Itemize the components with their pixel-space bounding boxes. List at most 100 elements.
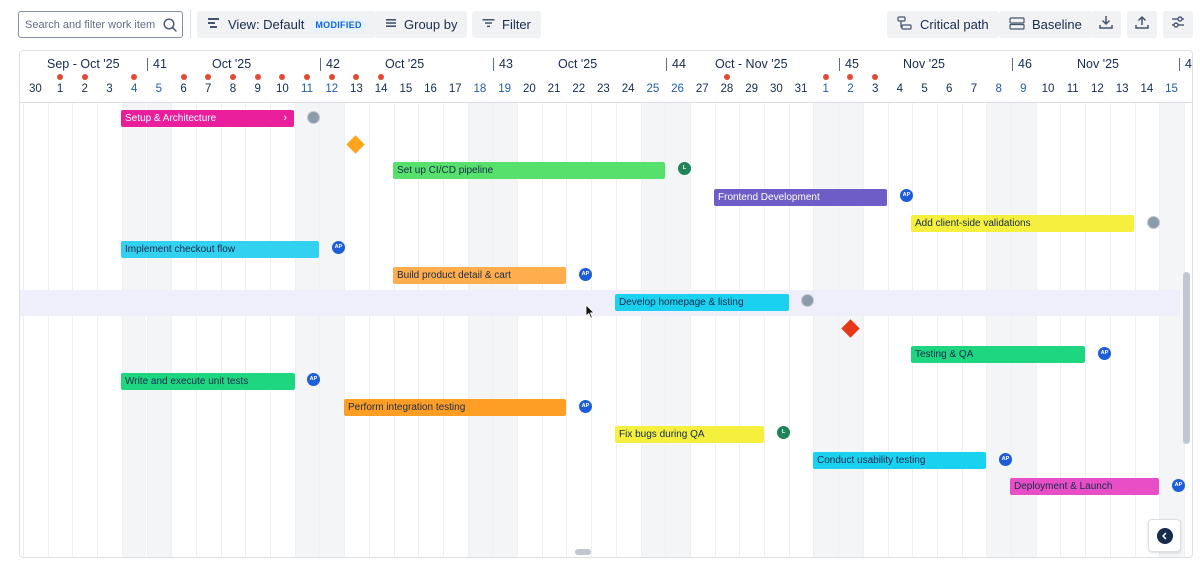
day-column: [220, 103, 246, 557]
week-label: 42: [320, 57, 340, 71]
task-bar[interactable]: Deployment & Launch: [1010, 478, 1159, 495]
filter-button[interactable]: Filter: [472, 11, 541, 38]
download-button[interactable]: [1091, 11, 1121, 38]
marker-dot: [57, 74, 64, 80]
task-bar[interactable]: Frontend Development: [714, 189, 887, 206]
task-bar[interactable]: Add client-side validations: [911, 215, 1134, 232]
task-bar[interactable]: Develop homepage & listing: [615, 294, 789, 311]
upload-icon: [1134, 14, 1150, 35]
month-label: Oct '25: [212, 57, 252, 71]
task-bar-label: Setup & Architecture: [125, 113, 217, 124]
day-label: 7: [205, 83, 212, 95]
day-label: 29: [745, 83, 759, 95]
collapse-panel-button[interactable]: [1148, 519, 1181, 552]
avatar[interactable]: [801, 294, 814, 307]
marker-dot: [81, 74, 88, 80]
search-field[interactable]: [18, 11, 183, 38]
task-bar-label: Write and execute unit tests: [125, 376, 249, 387]
marker-dot: [304, 74, 311, 80]
day-label: 2: [81, 83, 88, 95]
avatar[interactable]: AP: [579, 400, 592, 413]
export-button[interactable]: [1127, 11, 1157, 38]
task-bar[interactable]: Setup & Architecture ›: [121, 110, 294, 127]
timeline-header: Sep - Oct '25 Oct '25 Oct '25 Oct '25 Oc…: [20, 51, 1192, 103]
hovered-row: [20, 290, 1180, 316]
search-icon[interactable]: [162, 17, 178, 33]
group-by-label: Group by: [404, 17, 458, 32]
week-label: 44: [666, 57, 686, 71]
task-bar[interactable]: Conduct usability testing: [813, 452, 986, 469]
horizontal-scrollbar[interactable]: [575, 549, 591, 555]
day-column: [270, 103, 295, 557]
task-bar-label: Add client-side validations: [915, 218, 1031, 229]
day-column: [961, 103, 987, 557]
avatar[interactable]: AP: [1098, 347, 1111, 360]
week-label: 41: [147, 57, 167, 71]
month-label: Oct '25: [558, 57, 598, 71]
baseline-button[interactable]: Baseline: [999, 11, 1092, 38]
avatar[interactable]: AP: [1172, 479, 1185, 492]
list-icon: [385, 17, 397, 32]
view-icon: [207, 16, 221, 33]
day-column: [121, 103, 147, 557]
filter-label: Filter: [502, 17, 531, 32]
avatar[interactable]: AP: [579, 268, 592, 281]
task-bar[interactable]: Build product detail & cart: [393, 267, 566, 284]
group-by-button[interactable]: Group by: [375, 11, 468, 38]
day-label: 1: [822, 83, 829, 95]
avatar[interactable]: AP: [900, 189, 913, 202]
avatar[interactable]: [1147, 216, 1160, 229]
avatar[interactable]: AP: [999, 453, 1012, 466]
day-label: 4: [130, 83, 138, 95]
search-input[interactable]: [25, 17, 160, 33]
view-label: View: Default: [228, 17, 305, 32]
task-bar[interactable]: Perform integration testing: [344, 399, 566, 416]
critical-path-button[interactable]: Critical path: [887, 11, 999, 38]
avatar[interactable]: AP: [307, 373, 320, 386]
task-bar-label: Build product detail & cart: [397, 270, 511, 281]
avatar[interactable]: L: [777, 426, 790, 439]
day-column: [788, 103, 814, 557]
day-label: 4: [896, 83, 904, 95]
task-bar[interactable]: Implement checkout flow: [121, 241, 319, 258]
avatar[interactable]: L: [678, 162, 691, 175]
task-bar[interactable]: Testing & QA: [911, 346, 1085, 363]
download-icon: [1098, 14, 1114, 35]
task-bar[interactable]: Write and execute unit tests: [121, 373, 295, 390]
day-label: 1: [56, 83, 64, 95]
marker-dot: [872, 74, 879, 80]
day-label: 14: [1140, 83, 1154, 95]
task-bar[interactable]: Set up CI/CD pipeline: [393, 162, 665, 179]
task-bar[interactable]: Fix bugs during QA: [615, 426, 764, 443]
day-label: 6: [946, 83, 953, 95]
marker-dot: [822, 74, 829, 80]
day-column: [887, 103, 913, 557]
day-label: 19: [498, 83, 512, 95]
avatar[interactable]: [307, 111, 320, 124]
settings-button[interactable]: [1163, 11, 1193, 38]
task-bar-label: Frontend Development: [718, 192, 820, 203]
marker-dot: [254, 74, 261, 80]
day-label: 7: [970, 83, 978, 95]
view-button[interactable]: View: Default MODIFIED: [197, 11, 376, 38]
day-label: 22: [572, 83, 586, 95]
timeline-view: Sep - Oct '25 Oct '25 Oct '25 Oct '25 Oc…: [19, 50, 1193, 558]
week-label: 46: [1012, 57, 1032, 71]
day-label: 17: [448, 83, 462, 95]
day-label: 30: [769, 83, 783, 95]
day-column: [368, 103, 394, 557]
vertical-scrollbar[interactable]: [1183, 272, 1190, 444]
avatar[interactable]: AP: [332, 241, 345, 254]
chevron-right-icon[interactable]: ›: [283, 110, 287, 127]
day-label: 18: [473, 83, 487, 95]
day-label: 8: [229, 83, 237, 95]
critical-path-icon: [897, 16, 913, 33]
day-label: 13: [1115, 83, 1129, 95]
day-column: [986, 103, 1011, 557]
day-label: 31: [794, 83, 808, 95]
day-label: 6: [180, 83, 187, 95]
marker-dot: [328, 74, 335, 80]
task-bar-label: Set up CI/CD pipeline: [397, 165, 494, 176]
filter-icon: [482, 17, 495, 32]
day-column: [714, 103, 740, 557]
